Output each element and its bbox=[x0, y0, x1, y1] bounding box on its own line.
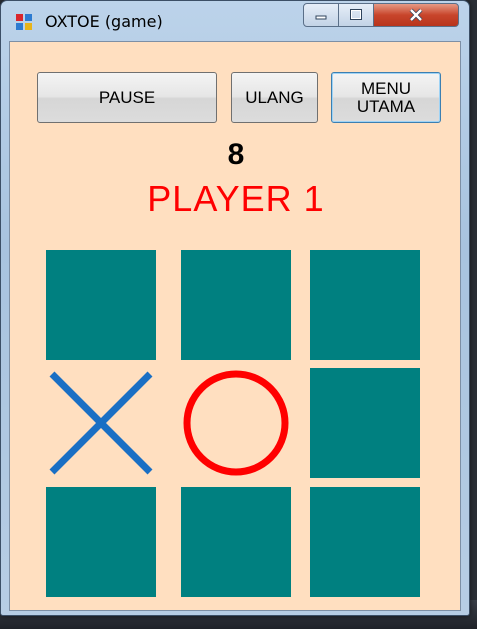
board-cell-r3-c1[interactable] bbox=[46, 487, 156, 597]
board-cell-r2-c1[interactable] bbox=[46, 368, 156, 478]
close-button[interactable] bbox=[373, 3, 459, 27]
maximize-button[interactable] bbox=[338, 3, 374, 27]
board-cell-r2-c3[interactable] bbox=[310, 368, 420, 478]
game-window: OXTOE (game) PAUSE ULANG MENU UTAMA 8 PL… bbox=[0, 0, 470, 616]
main-menu-button[interactable]: MENU UTAMA bbox=[331, 72, 441, 123]
game-panel: PAUSE ULANG MENU UTAMA 8 PLAYER 1 bbox=[9, 41, 461, 611]
close-icon bbox=[409, 8, 423, 22]
main-menu-label: MENU UTAMA bbox=[356, 78, 416, 116]
board-cell-r2-c2[interactable] bbox=[181, 368, 291, 478]
maximize-icon bbox=[350, 9, 362, 20]
window-title: OXTOE (game) bbox=[45, 12, 163, 31]
minimize-button[interactable] bbox=[303, 3, 339, 27]
board-cell-r3-c3[interactable] bbox=[310, 487, 420, 597]
title-bar[interactable]: OXTOE (game) bbox=[1, 1, 469, 41]
minimize-icon bbox=[315, 15, 327, 20]
current-player: PLAYER 1 bbox=[147, 178, 325, 219]
board-cell-r1-c3[interactable] bbox=[310, 250, 420, 360]
restart-button[interactable]: ULANG bbox=[231, 72, 318, 123]
o-mark-icon bbox=[183, 370, 289, 476]
board-cell-r3-c2[interactable] bbox=[181, 487, 291, 597]
board-cell-r1-c2[interactable] bbox=[181, 250, 291, 360]
board-cell-r1-c1[interactable] bbox=[46, 250, 156, 360]
app-icon bbox=[16, 14, 32, 30]
pause-button[interactable]: PAUSE bbox=[37, 72, 217, 123]
move-counter: 8 bbox=[227, 138, 245, 171]
x-mark-icon bbox=[49, 371, 153, 475]
